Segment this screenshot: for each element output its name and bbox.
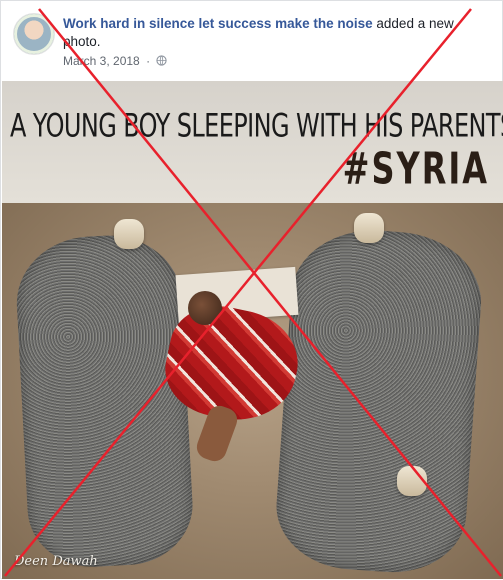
author-avatar[interactable] bbox=[13, 13, 55, 55]
facebook-post: Work hard in silence let success make th… bbox=[0, 0, 503, 579]
post-headline: Work hard in silence let success make th… bbox=[63, 15, 476, 51]
left-headstone bbox=[114, 219, 144, 249]
caption-line-1: A YOUNG BOY SLEEPING WITH HIS PARENTS... bbox=[10, 107, 503, 145]
caption-hashtag: #SYRIA bbox=[342, 143, 489, 195]
right-headstone bbox=[354, 213, 384, 243]
boy-head bbox=[188, 291, 222, 325]
post-photo[interactable]: A YOUNG BOY SLEEPING WITH HIS PARENTS...… bbox=[2, 81, 503, 579]
right-footstone bbox=[397, 466, 427, 496]
left-grave-mound bbox=[13, 231, 196, 571]
author-name-link[interactable]: Work hard in silence let success make th… bbox=[63, 16, 373, 31]
caption-banner: A YOUNG BOY SLEEPING WITH HIS PARENTS...… bbox=[2, 81, 503, 203]
post-header: Work hard in silence let success make th… bbox=[11, 11, 496, 75]
post-meta: March 3, 2018 · bbox=[63, 54, 168, 68]
globe-icon[interactable] bbox=[156, 55, 168, 66]
avatar-ring bbox=[14, 14, 54, 54]
right-grave-mound bbox=[272, 224, 486, 578]
watermark-text: Deen Dawah bbox=[14, 554, 98, 569]
post-date-link[interactable]: March 3, 2018 bbox=[63, 54, 140, 68]
meta-separator: · bbox=[146, 54, 151, 68]
